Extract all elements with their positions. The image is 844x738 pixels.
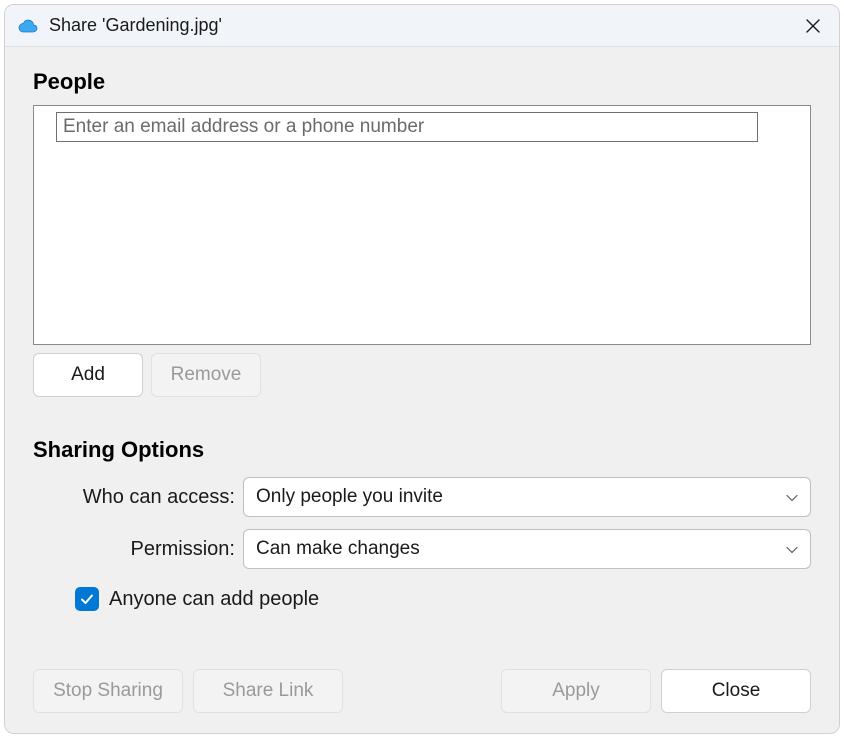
- people-button-row: Add Remove: [33, 353, 811, 397]
- who-can-access-value: Only people you invite: [256, 486, 443, 508]
- chevron-down-icon: [786, 538, 798, 560]
- stop-sharing-button[interactable]: Stop Sharing: [33, 669, 183, 713]
- close-window-button[interactable]: [799, 12, 827, 40]
- footer-spacer: [353, 669, 491, 713]
- share-link-button[interactable]: Share Link: [193, 669, 343, 713]
- permission-row: Permission: Can make changes: [33, 529, 811, 569]
- who-can-access-select[interactable]: Only people you invite: [243, 477, 811, 517]
- anyone-can-add-row: Anyone can add people: [33, 587, 811, 611]
- dialog-content: People Add Remove Sharing Options Who ca…: [5, 47, 839, 733]
- people-input[interactable]: [56, 112, 758, 142]
- remove-button[interactable]: Remove: [151, 353, 261, 397]
- people-heading: People: [33, 69, 811, 95]
- who-can-access-label: Who can access:: [33, 486, 243, 509]
- anyone-can-add-label: Anyone can add people: [109, 588, 319, 611]
- anyone-can-add-checkbox[interactable]: [75, 587, 99, 611]
- apply-button[interactable]: Apply: [501, 669, 651, 713]
- sharing-options-heading: Sharing Options: [33, 437, 811, 463]
- permission-label: Permission:: [33, 538, 243, 561]
- people-listbox[interactable]: [33, 105, 811, 345]
- add-button[interactable]: Add: [33, 353, 143, 397]
- permission-value: Can make changes: [256, 538, 420, 560]
- chevron-down-icon: [786, 486, 798, 508]
- sharing-options-section: Sharing Options Who can access: Only peo…: [33, 437, 811, 611]
- titlebar: Share 'Gardening.jpg': [5, 5, 839, 47]
- share-dialog: Share 'Gardening.jpg' People Add Remove …: [4, 4, 840, 734]
- checkmark-icon: [79, 591, 95, 607]
- cloud-icon: [17, 15, 39, 37]
- dialog-footer: Stop Sharing Share Link Apply Close: [33, 649, 811, 713]
- window-title: Share 'Gardening.jpg': [49, 15, 799, 36]
- close-button[interactable]: Close: [661, 669, 811, 713]
- permission-select[interactable]: Can make changes: [243, 529, 811, 569]
- who-can-access-row: Who can access: Only people you invite: [33, 477, 811, 517]
